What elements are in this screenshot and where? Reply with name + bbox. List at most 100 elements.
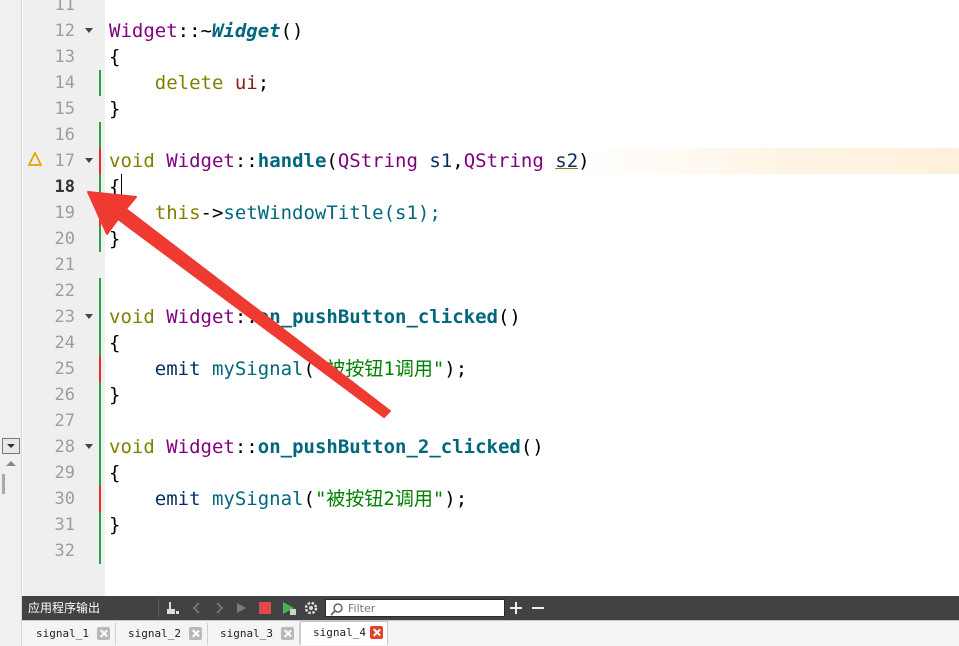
class-token: Widget	[166, 150, 235, 172]
line-number: 21	[54, 255, 75, 275]
tab-label: signal_1	[36, 627, 89, 640]
code-line: {	[109, 176, 121, 198]
code-line: {	[109, 46, 121, 68]
change-marker	[99, 70, 101, 96]
param-token: s1	[429, 150, 453, 172]
code-editor[interactable]: Widget::~Widget() { delete ui; } void Wi…	[105, 0, 959, 596]
tab-signal-1[interactable]: signal_1	[24, 623, 116, 645]
tab-label: signal_3	[220, 627, 273, 640]
change-marker	[99, 356, 101, 382]
output-toolbar: 应用程序输出	[22, 596, 959, 620]
class-token: Widget	[109, 20, 178, 42]
keyword-token: emit	[154, 488, 201, 510]
function-token: handle	[257, 150, 327, 172]
debug-run-icon[interactable]	[281, 600, 297, 616]
search-icon	[330, 603, 343, 616]
line-number: 20	[54, 229, 75, 249]
class-token: Widget	[166, 306, 235, 328]
paren-token: ()	[280, 20, 304, 42]
string-token: "被按钮2调用"	[314, 488, 445, 510]
change-marker	[99, 278, 101, 356]
line-number: 27	[54, 411, 75, 431]
line-number: 30	[54, 489, 75, 509]
code-line: }	[109, 98, 121, 120]
signal-token: mySignal	[211, 358, 304, 380]
tab-signal-4[interactable]: signal_4	[300, 621, 388, 645]
filter-field[interactable]	[325, 599, 505, 617]
function-token: Widget	[211, 20, 281, 42]
line-number: 19	[54, 203, 75, 223]
change-marker	[99, 486, 101, 512]
run-icon[interactable]	[233, 600, 249, 616]
code-line: }	[109, 384, 121, 406]
filter-input[interactable]	[348, 600, 498, 616]
scope-token: ::~	[177, 20, 212, 42]
line-number: 25	[54, 359, 75, 379]
keyword-token: this	[154, 202, 201, 224]
param-token: s2	[555, 150, 579, 172]
line-number-gutter: 11 12 13 14 15 16 17 18 19 20 21 22 23 2…	[23, 0, 105, 596]
code-line: void Widget::on_pushButton_2_clicked()	[109, 434, 544, 460]
paren-token: )	[578, 150, 590, 172]
code-line: }	[109, 228, 121, 250]
change-marker	[99, 382, 101, 486]
toolbar-separator	[158, 599, 159, 617]
left-side-panel	[0, 0, 22, 646]
line-number: 22	[54, 281, 75, 301]
broom-icon[interactable]	[165, 600, 181, 616]
line-number: 16	[54, 125, 75, 145]
change-marker	[99, 512, 101, 564]
keyword-token: delete	[154, 72, 224, 94]
close-icon[interactable]	[370, 626, 383, 639]
line-number: 31	[54, 515, 75, 535]
line-number: 13	[54, 47, 75, 67]
paren-token: (	[326, 150, 338, 172]
code-line-warning: void Widget::handle(QString s1,QString s…	[105, 148, 959, 174]
change-marker	[99, 200, 101, 226]
fold-icon[interactable]	[85, 28, 93, 33]
close-icon[interactable]	[189, 627, 202, 640]
code-line: }	[109, 514, 121, 536]
paren-token: (	[303, 358, 315, 380]
prev-icon[interactable]	[189, 600, 205, 616]
type-token: void	[109, 150, 155, 172]
tab-label: signal_4	[313, 626, 366, 639]
arrow-token: ->	[200, 202, 224, 224]
scrollbar-thumb[interactable]	[2, 474, 5, 494]
line-number: 32	[54, 541, 75, 561]
settings-icon[interactable]	[303, 600, 319, 616]
close-icon[interactable]	[281, 627, 294, 640]
zoom-in-icon[interactable]	[508, 600, 524, 616]
line-number: 11	[54, 0, 75, 15]
scope-token: ::	[234, 436, 258, 458]
current-line-number: 18	[54, 177, 75, 197]
line-number: 14	[54, 73, 75, 93]
line-number: 24	[54, 333, 75, 353]
fold-icon[interactable]	[85, 444, 93, 449]
line-number: 23	[54, 307, 75, 327]
keyword-token: emit	[154, 358, 201, 380]
fold-icon[interactable]	[85, 314, 93, 319]
close-icon[interactable]	[97, 627, 110, 640]
zoom-out-icon[interactable]	[530, 600, 546, 616]
panel-collapse-button[interactable]	[2, 438, 20, 454]
stop-icon[interactable]	[257, 600, 273, 616]
code-line: {	[109, 462, 121, 484]
code-line: void Widget::on_pushButton_clicked()	[109, 304, 521, 330]
tab-signal-3[interactable]: signal_3	[208, 623, 300, 645]
punct-token: ,	[452, 150, 464, 172]
next-icon[interactable]	[211, 600, 227, 616]
line-number: 12	[54, 21, 75, 41]
tab-signal-2[interactable]: signal_2	[116, 623, 208, 645]
scope-token: ::	[234, 150, 258, 172]
line-number: 26	[54, 385, 75, 405]
code-line: emit mySignal("被按钮1调用");	[109, 356, 467, 382]
paren-token: ()	[497, 306, 521, 328]
output-tab-bar: signal_1 signal_2 signal_3 signal_4	[22, 620, 959, 646]
text-cursor	[121, 174, 122, 198]
type-token: void	[109, 306, 155, 328]
line-number: 15	[54, 99, 75, 119]
fold-icon[interactable]	[85, 158, 93, 163]
scroll-up-icon[interactable]	[6, 461, 16, 466]
type-token: QString	[337, 150, 418, 172]
